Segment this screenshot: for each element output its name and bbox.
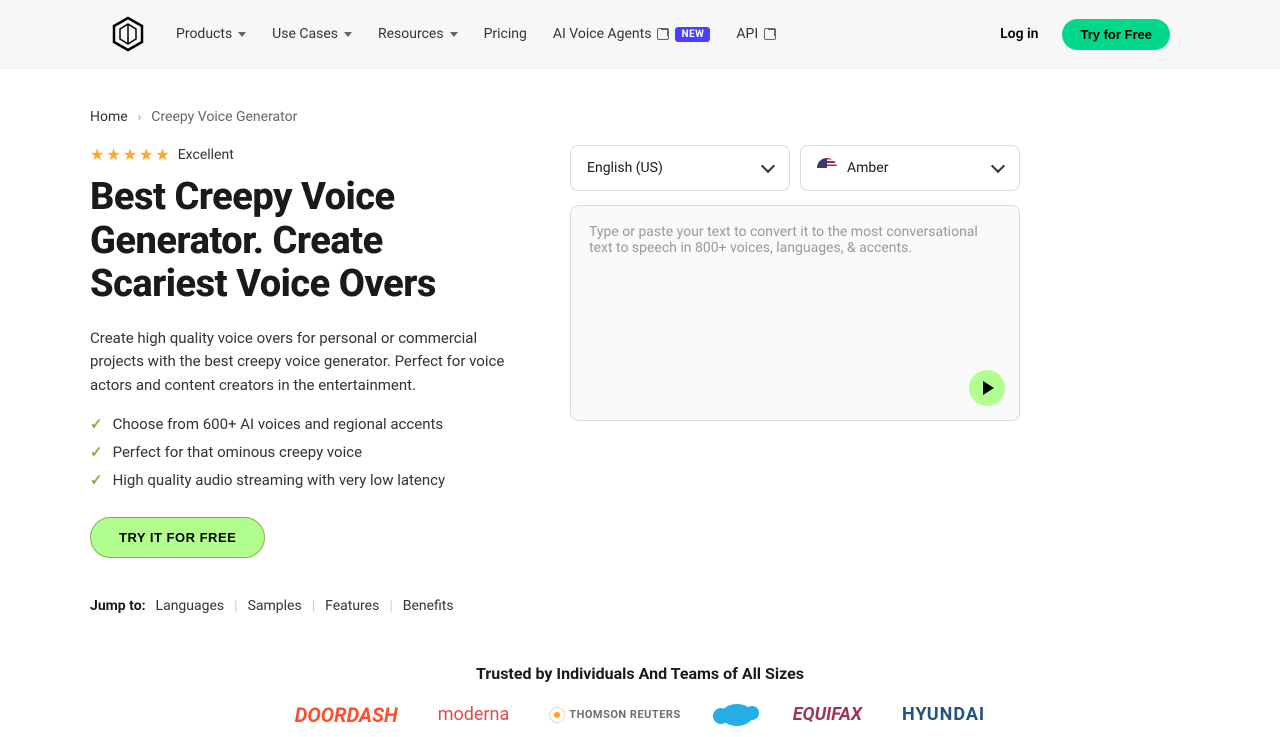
external-link-icon: [657, 28, 669, 40]
jump-label: Jump to:: [90, 598, 146, 614]
play-icon: [983, 381, 994, 395]
star-icon: ★: [139, 145, 153, 164]
moderna-logo: moderna: [438, 704, 510, 725]
nav-ai-voice-agents[interactable]: AI Voice Agents NEW: [553, 26, 711, 42]
nav-pricing[interactable]: Pricing: [484, 26, 527, 42]
feature-item: ✓ Perfect for that ominous creepy voice: [90, 443, 510, 461]
jump-benefits[interactable]: Benefits: [403, 598, 454, 614]
hyundai-logo: HYUNDAI: [902, 704, 985, 725]
nav-ai-voice-label: AI Voice Agents: [553, 26, 652, 42]
jump-samples[interactable]: Samples: [248, 598, 302, 614]
text-input-panel: [570, 205, 1020, 421]
feature-item: ✓ High quality audio streaming with very…: [90, 471, 510, 489]
site-header: Products Use Cases Resources Pricing AI …: [0, 0, 1280, 69]
external-link-icon: [764, 28, 776, 40]
language-value: English (US): [587, 160, 663, 176]
rating-row: ★ ★ ★ ★ ★ Excellent: [90, 145, 510, 164]
star-icon: ★: [155, 145, 169, 164]
jump-languages[interactable]: Languages: [156, 598, 225, 614]
separator: |: [234, 598, 237, 614]
voice-selector[interactable]: Amber: [800, 145, 1020, 191]
login-link[interactable]: Log in: [1000, 26, 1038, 42]
check-icon: ✓: [90, 443, 103, 461]
star-icon: ★: [123, 145, 137, 164]
breadcrumb-home[interactable]: Home: [90, 109, 128, 125]
trusted-section: Trusted by Individuals And Teams of All …: [90, 664, 1190, 737]
tts-textarea[interactable]: [589, 224, 1001, 402]
separator: |: [389, 598, 392, 614]
star-icons: ★ ★ ★ ★ ★: [90, 145, 170, 164]
feature-text: Choose from 600+ AI voices and regional …: [113, 415, 444, 433]
star-icon: ★: [90, 145, 104, 164]
language-selector[interactable]: English (US): [570, 145, 790, 191]
jump-nav: Jump to: Languages | Samples | Features …: [90, 598, 510, 614]
nav-api-label: API: [736, 26, 758, 42]
feature-text: Perfect for that ominous creepy voice: [113, 443, 362, 461]
nav-resources-label: Resources: [378, 26, 444, 42]
nav-pricing-label: Pricing: [484, 26, 527, 42]
caret-down-icon: [238, 32, 246, 37]
feature-list: ✓ Choose from 600+ AI voices and regiona…: [90, 415, 510, 489]
chevron-down-icon: [991, 159, 1005, 173]
nav-products-label: Products: [176, 26, 232, 42]
thomson-reuters-logo: THOMSON REUTERS: [549, 707, 680, 723]
nav-use-cases[interactable]: Use Cases: [272, 26, 352, 42]
nav-products[interactable]: Products: [176, 26, 246, 42]
try-free-button[interactable]: Try for Free: [1062, 19, 1170, 50]
doordash-logo: DOORDASH: [295, 703, 398, 727]
play-button[interactable]: [969, 370, 1005, 406]
separator: |: [312, 598, 315, 614]
nav-use-cases-label: Use Cases: [272, 26, 338, 42]
star-icon: ★: [106, 145, 120, 164]
breadcrumb-current: Creepy Voice Generator: [151, 109, 297, 125]
partner-logos: DOORDASH moderna THOMSON REUTERS EQUIFAX…: [90, 703, 1190, 727]
feature-item: ✓ Choose from 600+ AI voices and regiona…: [90, 415, 510, 433]
brand-logo[interactable]: [110, 16, 146, 52]
trusted-title: Trusted by Individuals And Teams of All …: [90, 664, 1190, 683]
main-nav: Products Use Cases Resources Pricing AI …: [176, 26, 776, 42]
tr-icon: [549, 707, 565, 723]
check-icon: ✓: [90, 415, 103, 433]
try-it-free-button[interactable]: TRY IT FOR FREE: [90, 517, 265, 558]
voice-value: Amber: [847, 160, 888, 176]
page-description: Create high quality voice overs for pers…: [90, 327, 510, 397]
page-headline: Best Creepy Voice Generator. Create Scar…: [90, 176, 510, 307]
equifax-logo: EQUIFAX: [793, 704, 862, 725]
chevron-down-icon: [761, 159, 775, 173]
chevron-right-icon: ›: [138, 110, 142, 124]
caret-down-icon: [450, 32, 458, 37]
jump-features[interactable]: Features: [325, 598, 379, 614]
breadcrumb: Home › Creepy Voice Generator: [90, 109, 1190, 125]
us-flag-icon: [817, 158, 837, 178]
rating-label: Excellent: [178, 147, 234, 163]
new-badge: NEW: [675, 27, 710, 42]
nav-resources[interactable]: Resources: [378, 26, 458, 42]
caret-down-icon: [344, 32, 352, 37]
feature-text: High quality audio streaming with very l…: [113, 471, 446, 489]
nav-api[interactable]: API: [736, 26, 776, 42]
check-icon: ✓: [90, 471, 103, 489]
salesforce-logo: [721, 704, 753, 726]
